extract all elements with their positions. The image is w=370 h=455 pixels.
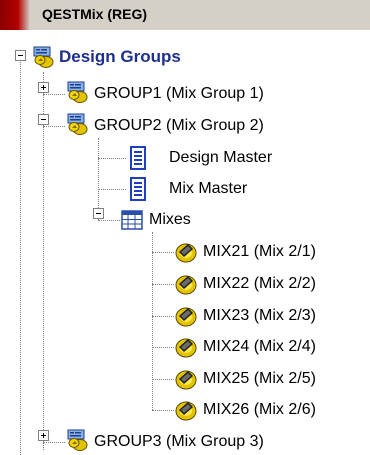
tree-node-mix-master[interactable]: Mix Master — [169, 179, 247, 199]
tree-connector — [43, 72, 44, 450]
tree-connector — [152, 379, 174, 380]
tree-connector — [98, 189, 126, 190]
mix-icon — [174, 367, 198, 391]
tree-connector — [152, 410, 174, 411]
tree-view: QESTMix (REG) Design Groups GROUP1 (Mix … — [0, 0, 370, 455]
tree-connector — [152, 316, 174, 317]
tree-connector — [43, 442, 65, 443]
tree-node-mix21[interactable]: MIX21 (Mix 2/1) — [203, 242, 316, 262]
mix-icon — [174, 398, 198, 422]
tree-node-group2[interactable]: GROUP2 (Mix Group 2) — [94, 116, 264, 136]
tree-connector — [152, 252, 174, 253]
tree-header: QESTMix (REG) — [0, 0, 370, 30]
design-group-icon — [65, 80, 89, 104]
design-group-icon — [31, 45, 55, 69]
tree-node-mix23[interactable]: MIX23 (Mix 2/3) — [203, 306, 316, 326]
mix-icon — [174, 304, 198, 328]
tree-connector — [20, 60, 21, 455]
tree-connector — [98, 220, 120, 221]
design-group-icon — [65, 428, 89, 452]
tree-node-mix25[interactable]: MIX25 (Mix 2/5) — [203, 369, 316, 389]
grid-table-icon — [120, 208, 144, 232]
document-icon — [126, 146, 150, 170]
mix-icon — [174, 335, 198, 359]
tree-node-mix26[interactable]: MIX26 (Mix 2/6) — [203, 400, 316, 420]
tree-connector — [152, 232, 153, 410]
header-title: QESTMix (REG) — [42, 6, 148, 22]
tree-node-mix24[interactable]: MIX24 (Mix 2/4) — [203, 337, 316, 357]
design-groups-node[interactable]: Design Groups — [59, 47, 181, 67]
tree-node-group3[interactable]: GROUP3 (Mix Group 3) — [94, 432, 264, 452]
tree-connector — [98, 158, 126, 159]
tree-connector — [43, 126, 65, 127]
tree-connector — [152, 284, 174, 285]
collapse-toggle[interactable] — [15, 50, 26, 61]
tree-connector — [43, 94, 65, 95]
document-icon — [126, 177, 150, 201]
design-group-icon — [65, 112, 89, 136]
mix-icon — [174, 272, 198, 296]
collapse-toggle[interactable] — [93, 208, 104, 219]
tree-node-mixes[interactable]: Mixes — [149, 210, 191, 230]
tree-node-group1[interactable]: GROUP1 (Mix Group 1) — [94, 84, 264, 104]
collapse-toggle[interactable] — [38, 114, 49, 125]
tree-connector — [152, 347, 174, 348]
expand-toggle[interactable] — [38, 82, 49, 93]
tree-node-mix22[interactable]: MIX22 (Mix 2/2) — [203, 274, 316, 294]
expand-toggle[interactable] — [38, 430, 49, 441]
mix-icon — [174, 240, 198, 264]
header-accent-block — [0, 0, 30, 30]
tree-node-design-master[interactable]: Design Master — [169, 148, 272, 168]
